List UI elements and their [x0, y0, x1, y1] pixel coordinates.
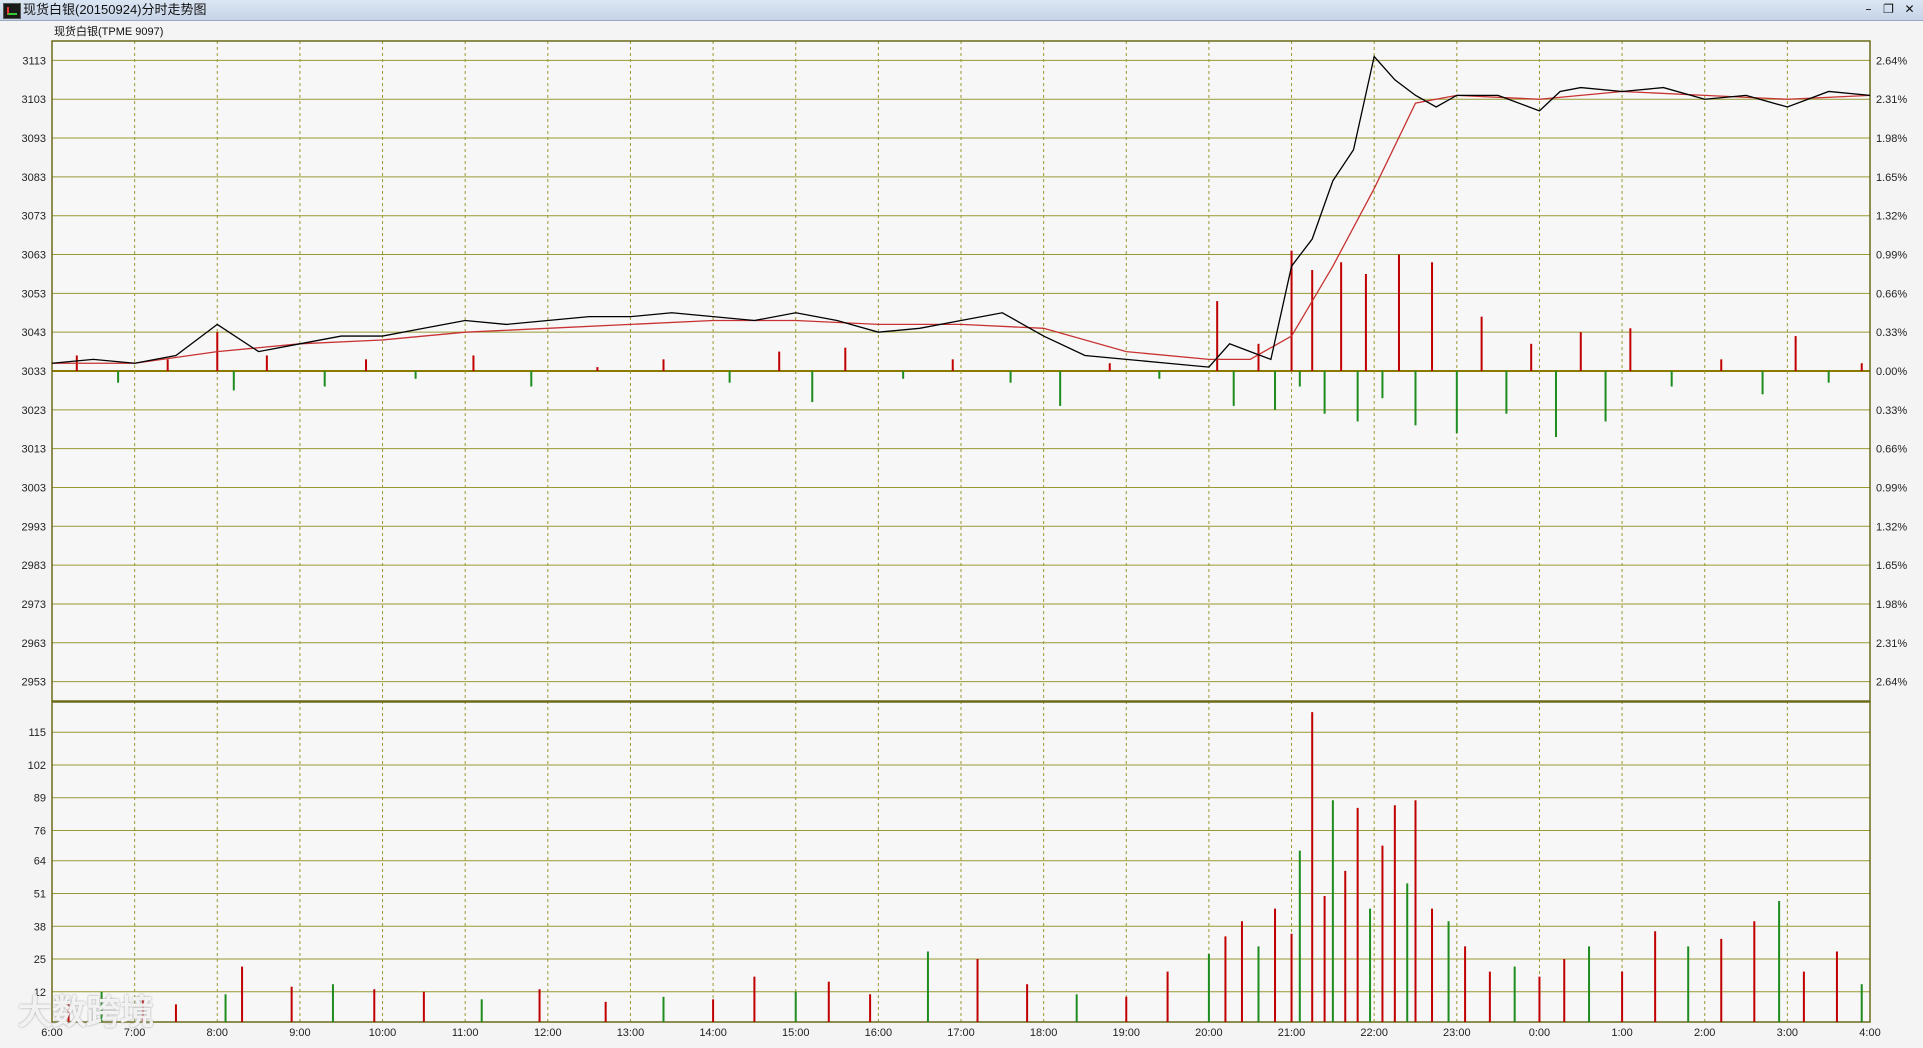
- y-tick-label: 2983: [22, 560, 46, 572]
- x-tick-label: 20:00: [1195, 1027, 1223, 1039]
- y-tick-label-pct: 1.65%: [1876, 560, 1907, 572]
- y-tick-label-pct: 1.65%: [1876, 172, 1907, 184]
- x-tick-label: 4:00: [1859, 1027, 1880, 1039]
- x-tick-label: 13:00: [617, 1027, 645, 1039]
- x-tick-label: 9:00: [289, 1027, 310, 1039]
- y-tick-label: 2973: [22, 599, 46, 611]
- x-tick-label: 19:00: [1113, 1027, 1141, 1039]
- y-tick-label-pct: 2.64%: [1876, 677, 1907, 689]
- y-tick-label: 3093: [22, 133, 46, 145]
- y-tick-label: 3073: [22, 211, 46, 223]
- y-tick-label: 3113: [22, 55, 46, 67]
- y-tick-label: 3023: [22, 405, 46, 417]
- x-tick-label: 16:00: [865, 1027, 893, 1039]
- y-tick-label: 3013: [22, 444, 46, 456]
- y-tick-label: 3053: [22, 288, 46, 300]
- window-titlebar: 现货白银(20150924)分时走势图 – ❐ ✕: [0, 0, 1923, 21]
- restore-button[interactable]: ❐: [1880, 2, 1897, 17]
- x-tick-label: 2:00: [1694, 1027, 1715, 1039]
- volume-y-tick-label: 102: [28, 760, 46, 772]
- y-tick-label: 3003: [22, 482, 46, 494]
- x-tick-label: 23:00: [1443, 1027, 1471, 1039]
- volume-y-tick-label: 76: [34, 826, 46, 838]
- x-tick-label: 12:00: [534, 1027, 562, 1039]
- chart-label: 现货白银(TPME 9097): [54, 24, 163, 38]
- y-tick-label-pct: 0.33%: [1876, 327, 1907, 339]
- x-tick-label: 21:00: [1278, 1027, 1306, 1039]
- x-tick-label: 18:00: [1030, 1027, 1058, 1039]
- watermark: 大数跨境: [18, 993, 154, 1033]
- x-tick-label: 3:00: [1777, 1027, 1798, 1039]
- x-tick-label: 22:00: [1360, 1027, 1388, 1039]
- minimize-button[interactable]: –: [1860, 2, 1877, 17]
- y-tick-label: 3083: [22, 172, 46, 184]
- y-tick-label-pct: 1.98%: [1876, 133, 1907, 145]
- volume-y-tick-label: 89: [34, 793, 46, 805]
- close-button[interactable]: ✕: [1901, 2, 1918, 17]
- y-tick-label-pct: 1.32%: [1876, 521, 1907, 533]
- y-tick-label-pct: 0.66%: [1876, 288, 1907, 300]
- volume-y-tick-label: 115: [28, 727, 46, 739]
- y-tick-label: 2953: [22, 677, 46, 689]
- y-tick-label-pct: 1.32%: [1876, 211, 1907, 223]
- x-tick-label: 10:00: [369, 1027, 397, 1039]
- x-tick-label: 14:00: [699, 1027, 727, 1039]
- x-tick-label: 11:00: [452, 1027, 479, 1039]
- volume-y-tick-label: 38: [34, 921, 46, 933]
- y-tick-label: 2963: [22, 638, 46, 650]
- y-tick-label-pct: 0.33%: [1876, 405, 1907, 417]
- app-icon: [3, 3, 21, 19]
- y-tick-label-pct: 2.31%: [1876, 638, 1907, 650]
- x-tick-label: 1:00: [1611, 1027, 1632, 1039]
- y-tick-label-pct: 2.64%: [1876, 55, 1907, 67]
- x-tick-label: 17:00: [947, 1027, 975, 1039]
- y-tick-label-pct: 2.31%: [1876, 94, 1907, 106]
- x-tick-label: 8:00: [207, 1027, 228, 1039]
- y-tick-label-pct: 0.00%: [1876, 366, 1907, 378]
- x-tick-label: 0:00: [1529, 1027, 1550, 1039]
- window-title: 现货白银(20150924)分时走势图: [23, 2, 207, 17]
- volume-y-tick-label: 51: [34, 888, 46, 900]
- intraday-chart: 现货白银(TPME 9097) 3113 2.64% 3103 2.31% 3093 1.9…: [22, 24, 1908, 1039]
- plot-background: [52, 41, 1870, 1022]
- y-tick-label-pct: 0.99%: [1876, 250, 1907, 262]
- volume-y-tick-label: 25: [34, 954, 46, 966]
- y-tick-label: 2993: [22, 521, 46, 533]
- y-tick-label: 3063: [22, 250, 46, 262]
- y-tick-label: 3033: [22, 366, 46, 378]
- y-tick-label-pct: 1.98%: [1876, 599, 1907, 611]
- y-tick-label: 3103: [22, 94, 46, 106]
- volume-y-tick-label: 64: [34, 856, 46, 868]
- chart-area[interactable]: 现货白银(TPME 9097) 3113 2.64% 3103 2.31% 3093 1.9…: [0, 20, 1923, 1043]
- x-tick-label: 15:00: [782, 1027, 810, 1039]
- y-tick-label-pct: 0.99%: [1876, 482, 1907, 494]
- y-tick-label-pct: 0.66%: [1876, 444, 1907, 456]
- y-tick-label: 3043: [22, 327, 46, 339]
